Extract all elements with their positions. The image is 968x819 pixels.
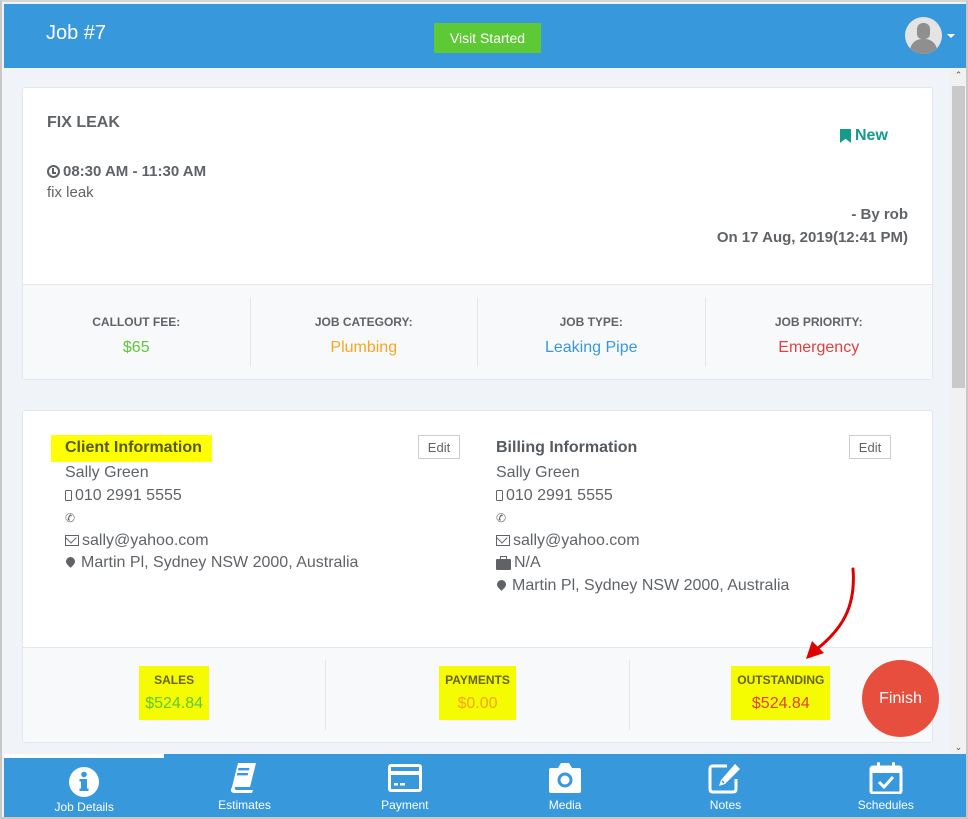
stat-job-type: JOB TYPE: Leaking Pipe (478, 297, 706, 367)
billing-mobile: 010 2991 5555 (496, 485, 896, 508)
edit-client-button[interactable]: Edit (418, 435, 460, 459)
phone-icon: ✆ (65, 511, 76, 526)
job-name: FIX LEAK (47, 114, 120, 131)
billing-mobile-text: 010 2991 5555 (506, 486, 613, 504)
client-information: Client Information Sally Green 010 2991 … (51, 435, 465, 575)
billing-email: sally@yahoo.com (496, 530, 896, 553)
nav-estimates[interactable]: Estimates (164, 754, 324, 817)
total-sales: SALES $524.84 (23, 660, 327, 730)
bottom-nav: Job Details Estimates Payment Media Note… (4, 754, 966, 817)
client-mobile-text: 010 2991 5555 (75, 486, 182, 504)
map-pin-icon (64, 555, 77, 569)
caret-down-icon[interactable] (947, 34, 955, 38)
total-value: $0.00 (457, 695, 498, 712)
stat-label: JOB PRIORITY: (774, 315, 863, 329)
stat-value: Emergency (778, 339, 860, 356)
total-payments: PAYMENTS $0.00 (326, 660, 630, 730)
info-icon (69, 767, 100, 797)
stat-job-priority: JOB PRIORITY: Emergency (706, 297, 933, 367)
scroll-down-icon[interactable]: ⌄ (951, 740, 966, 754)
stat-job-category: JOB CATEGORY: Plumbing (251, 297, 478, 367)
phone-icon: ✆ (496, 511, 507, 526)
client-address-text: Martin Pl, Sydney NSW 2000, Australia (81, 554, 359, 572)
map-pin-icon (495, 577, 508, 591)
scrollbar[interactable]: ⌃ ⌄ (951, 68, 966, 754)
stat-value: $65 (122, 339, 150, 356)
credit-card-icon (387, 764, 422, 792)
camera-icon (549, 763, 582, 793)
total-value: $524.84 (751, 695, 810, 712)
nav-media[interactable]: Media (485, 754, 645, 817)
stat-value: Plumbing (330, 339, 398, 356)
total-label: PAYMENTS (445, 673, 510, 687)
nav-label: Payment (381, 798, 429, 812)
app-window: Job #7 Visit Started ⌃ ⌄ FIX LEAK New 08… (0, 0, 968, 819)
edit-billing-button[interactable]: Edit (849, 435, 891, 459)
nav-label: Media (548, 798, 582, 812)
briefcase-icon (496, 555, 511, 570)
bookmark-icon (840, 129, 851, 143)
client-address: Martin Pl, Sydney NSW 2000, Australia (64, 552, 465, 575)
nav-payment[interactable]: Payment (325, 754, 485, 817)
nav-label: Notes (709, 798, 742, 812)
envelope-icon (496, 535, 510, 547)
billing-name-text: Sally Green (496, 464, 580, 482)
book-icon (231, 763, 257, 793)
active-tab-indicator (4, 754, 164, 758)
stat-callout-fee: CALLOUT FEE: $65 (23, 297, 251, 367)
client-name-text: Sally Green (65, 464, 149, 482)
mobile-icon (65, 490, 72, 502)
page-title: Job #7 (46, 22, 107, 44)
nav-job-details[interactable]: Job Details (4, 754, 164, 817)
job-description: fix leak (47, 184, 94, 201)
client-mobile: 010 2991 5555 (65, 485, 465, 508)
job-stats-row: CALLOUT FEE: $65 JOB CATEGORY: Plumbing … (23, 284, 932, 379)
nav-label: Job Details (54, 800, 114, 814)
created-on: On 17 Aug, 2019(12:41 PM) (716, 229, 908, 246)
billing-email-text: sally@yahoo.com (513, 531, 640, 549)
stat-value: Leaking Pipe (544, 339, 638, 356)
highlight-box: SALES $524.84 (139, 666, 210, 720)
job-time: 08:30 AM - 11:30 AM (47, 163, 206, 180)
highlight-box: OUTSTANDING $524.84 (731, 666, 831, 720)
total-value: $524.84 (145, 695, 204, 712)
stat-label: JOB CATEGORY: (314, 315, 413, 329)
billing-address-text: Martin Pl, Sydney NSW 2000, Australia (512, 576, 790, 594)
client-info-title: Client Information (51, 435, 212, 462)
calendar-check-icon (869, 762, 903, 794)
client-name: Sally Green (65, 462, 465, 485)
edit-note-icon (708, 764, 741, 794)
highlight-box: PAYMENTS $0.00 (439, 666, 516, 720)
stat-label: JOB TYPE: (559, 315, 623, 329)
stat-label: CALLOUT FEE: (92, 315, 181, 329)
client-email: sally@yahoo.com (65, 530, 465, 553)
clock-icon (47, 165, 60, 178)
job-summary-card: FIX LEAK New 08:30 AM - 11:30 AM fix lea… (22, 87, 933, 380)
annotation-arrow-icon (806, 567, 855, 659)
finish-button[interactable]: Finish (862, 660, 939, 737)
status-badge: New (840, 127, 888, 145)
scroll-thumb[interactable] (952, 86, 965, 388)
billing-name: Sally Green (496, 462, 896, 485)
nav-label: Estimates (218, 798, 271, 812)
nav-label: Schedules (857, 798, 914, 812)
nav-schedules[interactable]: Schedules (806, 754, 966, 817)
total-label: OUTSTANDING (737, 673, 825, 687)
mobile-icon (496, 490, 503, 502)
created-by: - By rob (851, 206, 908, 223)
total-label: SALES (154, 673, 195, 687)
job-time-text: 08:30 AM - 11:30 AM (63, 163, 207, 180)
status-label: New (855, 127, 888, 144)
client-phone: ✆ (65, 507, 465, 530)
billing-info-title: Billing Information (496, 439, 638, 456)
client-email-text: sally@yahoo.com (82, 531, 209, 549)
nav-notes[interactable]: Notes (645, 754, 805, 817)
envelope-icon (65, 535, 79, 547)
billing-company-text: N/A (514, 554, 541, 572)
visit-started-button[interactable]: Visit Started (434, 23, 541, 53)
top-bar: Job #7 Visit Started (4, 4, 966, 68)
billing-phone: ✆ (496, 507, 896, 530)
user-avatar-icon[interactable] (905, 17, 942, 54)
scroll-up-icon[interactable]: ⌃ (951, 68, 966, 82)
